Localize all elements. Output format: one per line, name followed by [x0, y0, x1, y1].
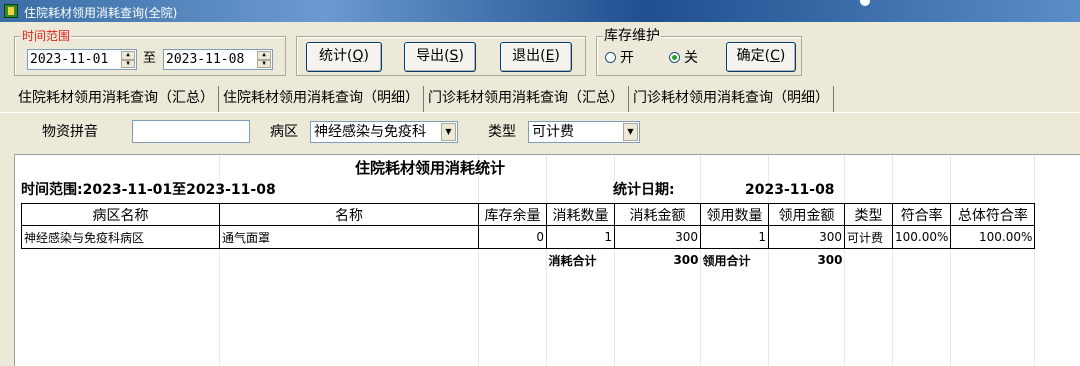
inventory-on-radio[interactable]: 开 — [605, 50, 634, 66]
table-cell: 100.00% — [950, 225, 1036, 249]
tab-inpatient-detail[interactable]: 住院耗材领用消耗查询（明细） — [219, 86, 424, 112]
end-date-picker[interactable]: 2023-11-08 ▲ ▼ — [163, 49, 273, 70]
table-cell: 1 — [546, 225, 615, 249]
column-header: 消耗数量 — [546, 203, 615, 226]
spin-up-icon[interactable]: ▲ — [121, 51, 135, 60]
confirm-button[interactable]: 确定(C) — [726, 42, 796, 72]
confirm-button-key: C — [770, 48, 780, 64]
confirm-button-label: 确定( — [736, 48, 771, 64]
table-cell: 100.00% — [891, 225, 952, 249]
stat-date-label: 统计日期: — [613, 182, 675, 198]
report-range: 时间范围:2023-11-01至2023-11-08 — [21, 182, 276, 198]
window-title: 住院耗材领用消耗查询(全院) — [24, 6, 178, 20]
table-header-row: 病区名称 名称 库存余量 消耗数量 消耗金额 领用数量 领用金额 类型 符合率 … — [21, 203, 1036, 226]
export-button-close: ) — [458, 48, 464, 64]
column-header: 领用数量 — [700, 203, 769, 226]
spin-down-icon[interactable]: ▼ — [121, 59, 135, 68]
exit-button[interactable]: 退出(E) — [500, 42, 572, 72]
table-cell: 1 — [700, 225, 769, 249]
use-total-value: 300 — [768, 248, 845, 272]
column-header: 类型 — [844, 203, 893, 226]
column-header: 名称 — [219, 203, 479, 226]
table-cell — [892, 248, 951, 272]
use-total-label: 领用合计 — [700, 248, 769, 272]
table-cell: 通气面罩 — [219, 225, 479, 249]
column-header: 总体符合率 — [950, 203, 1036, 226]
type-select[interactable]: 可计费 ▼ — [528, 121, 640, 143]
consume-total-label: 消耗合计 — [546, 248, 615, 272]
column-header: 病区名称 — [21, 203, 220, 226]
table-cell — [21, 248, 220, 272]
table-cell: 0 — [478, 225, 547, 249]
pinyin-label: 物资拼音 — [42, 124, 98, 140]
stat-button-label: 统计( — [319, 48, 353, 64]
exit-button-close: ) — [554, 48, 560, 64]
spin-up-icon[interactable]: ▲ — [257, 51, 271, 60]
column-header: 消耗金额 — [614, 203, 701, 226]
spin-down-icon[interactable]: ▼ — [257, 59, 271, 68]
time-range-legend: 时间范围 — [21, 29, 72, 43]
inventory-off-label: 关 — [684, 50, 698, 66]
stat-button[interactable]: 统计(Q) — [306, 42, 382, 72]
app-icon — [4, 4, 18, 18]
tab-divider — [0, 112, 1080, 113]
time-range-group: 时间范围 2023-11-01 ▲ ▼ 至 2023-11-08 ▲ ▼ — [14, 29, 286, 76]
export-button[interactable]: 导出(S) — [404, 42, 476, 72]
report-area[interactable]: 住院耗材领用消耗统计 时间范围:2023-11-01至2023-11-08 统计… — [14, 154, 1080, 366]
radio-checked-icon — [669, 51, 680, 63]
confirm-button-close: ) — [779, 48, 786, 64]
table-row[interactable]: 神经感染与免疫科病区 通气面罩 0 1 300 1 300 可计费 100.00… — [21, 225, 1036, 249]
chevron-down-icon[interactable]: ▼ — [441, 123, 456, 141]
inventory-legend: 库存维护 — [603, 28, 661, 44]
stat-button-close: ) — [363, 48, 369, 64]
table-cell: 神经感染与免疫科病区 — [21, 225, 220, 249]
table-cell — [844, 248, 893, 272]
start-date-spinner[interactable]: ▲ ▼ — [121, 51, 135, 68]
radio-unchecked-icon — [605, 51, 616, 63]
chevron-down-icon[interactable]: ▼ — [623, 123, 638, 141]
ward-select-value: 神经感染与免疫科 — [314, 124, 426, 140]
cursor-dot — [860, 0, 870, 6]
table-cell: 300 — [614, 225, 701, 249]
report-title: 住院耗材领用消耗统计 — [355, 159, 506, 177]
table-cell — [219, 248, 479, 272]
stat-button-key: Q — [352, 48, 364, 64]
table-cell — [950, 248, 1035, 272]
end-date-value: 2023-11-08 — [166, 52, 245, 67]
inventory-on-label: 开 — [620, 50, 634, 66]
start-date-picker[interactable]: 2023-11-01 ▲ ▼ — [27, 49, 137, 70]
report-table: 病区名称 名称 库存余量 消耗数量 消耗金额 领用数量 领用金额 类型 符合率 … — [21, 203, 1036, 272]
ward-select[interactable]: 神经感染与免疫科 ▼ — [310, 121, 458, 143]
consume-total-value: 300 — [614, 248, 701, 272]
totals-row: 消耗合计 300 领用合计 300 — [21, 248, 1035, 272]
start-date-value: 2023-11-01 — [30, 52, 109, 67]
column-header: 库存余量 — [478, 203, 547, 226]
ward-label: 病区 — [270, 124, 298, 140]
export-button-label: 导出( — [416, 48, 450, 64]
tab-outpatient-summary[interactable]: 门诊耗材领用消耗查询（汇总） — [424, 86, 629, 112]
query-tabs: 住院耗材领用消耗查询（汇总） 住院耗材领用消耗查询（明细） 门诊耗材领用消耗查询… — [14, 86, 834, 112]
table-cell: 300 — [768, 225, 845, 249]
pinyin-input[interactable] — [132, 120, 250, 143]
title-bar: 住院耗材领用消耗查询(全院) — [0, 0, 1080, 22]
type-select-value: 可计费 — [532, 124, 574, 140]
tab-outpatient-detail[interactable]: 门诊耗材领用消耗查询（明细） — [629, 86, 834, 112]
table-cell: 可计费 — [844, 225, 893, 249]
type-label: 类型 — [488, 124, 516, 140]
stat-date-value: 2023-11-08 — [745, 182, 835, 198]
inventory-off-radio[interactable]: 关 — [669, 50, 698, 66]
tab-inpatient-summary[interactable]: 住院耗材领用消耗查询（汇总） — [14, 86, 219, 112]
column-header: 符合率 — [891, 203, 952, 226]
exit-button-label: 退出( — [512, 48, 546, 64]
table-cell — [478, 248, 547, 272]
column-header: 领用金额 — [768, 203, 845, 226]
end-date-spinner[interactable]: ▲ ▼ — [257, 51, 271, 68]
to-label: 至 — [143, 51, 157, 66]
